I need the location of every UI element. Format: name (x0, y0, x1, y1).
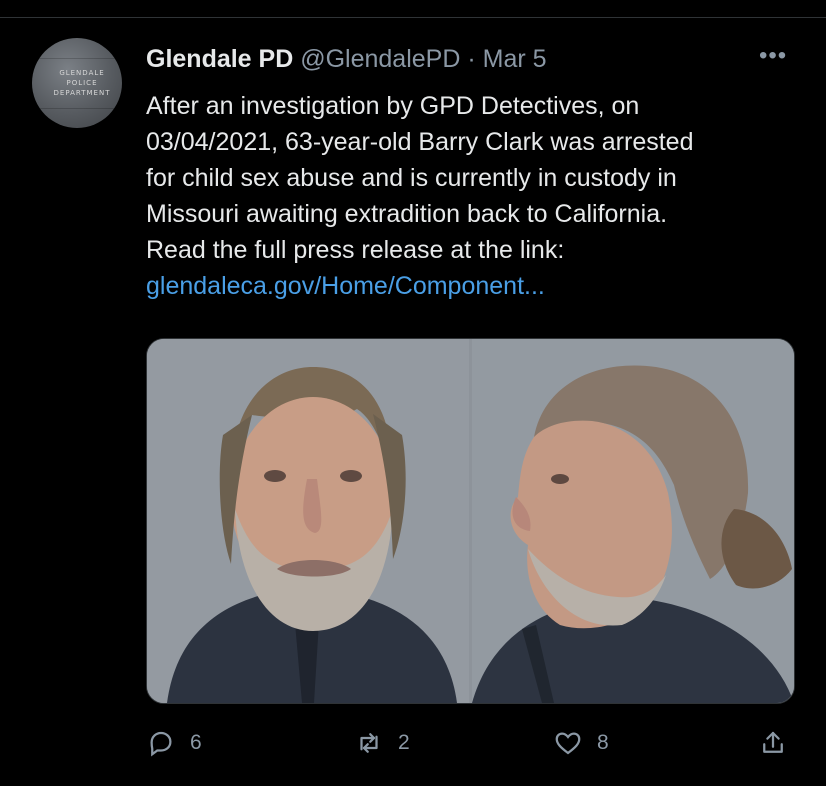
avatar-brick-line (32, 58, 122, 59)
mugshot-profile-image[interactable] (472, 339, 794, 703)
mugshot-profile-illustration (472, 339, 794, 703)
avatar-brick-line (32, 108, 122, 109)
tweet-date[interactable]: Mar 5 (483, 45, 547, 73)
header-separator: · (467, 45, 476, 73)
user-handle[interactable]: @GlendalePD (300, 45, 460, 73)
share-icon (763, 731, 783, 753)
like-count: 8 (597, 731, 609, 754)
tweet-text-line: for child sex abuse and is currently in … (146, 164, 677, 192)
tweet-text: After an investigation by GPD Detectives… (146, 88, 806, 304)
tweet-text-line: Missouri awaiting extradition back to Ca… (146, 200, 668, 228)
more-icon[interactable]: ••• (759, 42, 787, 70)
share-action[interactable] (758, 728, 788, 758)
reply-action[interactable]: 6 (146, 728, 202, 758)
mugshot-front-illustration (147, 339, 469, 703)
avatar-text-line: GLENDALE (59, 69, 105, 77)
like-icon (555, 732, 581, 755)
press-release-link[interactable]: glendaleca.gov/Home/Component... (146, 268, 806, 304)
avatar[interactable]: GLENDALE POLICE DEPARTMENT (32, 38, 122, 128)
avatar-text-line: POLICE (66, 79, 98, 87)
retweet-count: 2 (398, 731, 410, 754)
retweet-action[interactable]: 2 (354, 728, 410, 758)
mugshot-front-image[interactable] (147, 339, 469, 703)
tweet-text-line: 03/04/2021, 63-year-old Barry Clark was … (146, 128, 694, 156)
avatar-text-line: DEPARTMENT (53, 89, 111, 97)
retweet-icon (360, 733, 378, 753)
like-action[interactable]: 8 (553, 728, 609, 758)
top-divider (0, 17, 826, 18)
avatar-plaque: GLENDALE POLICE DEPARTMENT (42, 68, 122, 102)
reply-count: 6 (190, 731, 202, 754)
tweet-header: Glendale PD @GlendalePD · Mar 5 (146, 44, 547, 74)
tweet-text-line: Read the full press release at the link: (146, 236, 565, 264)
tweet-actions: 6 2 8 (0, 728, 826, 768)
tweet-text-line: After an investigation by GPD Detectives… (146, 92, 640, 120)
reply-icon (150, 731, 172, 757)
display-name[interactable]: Glendale PD (146, 45, 293, 73)
tweet-media[interactable] (146, 338, 795, 704)
